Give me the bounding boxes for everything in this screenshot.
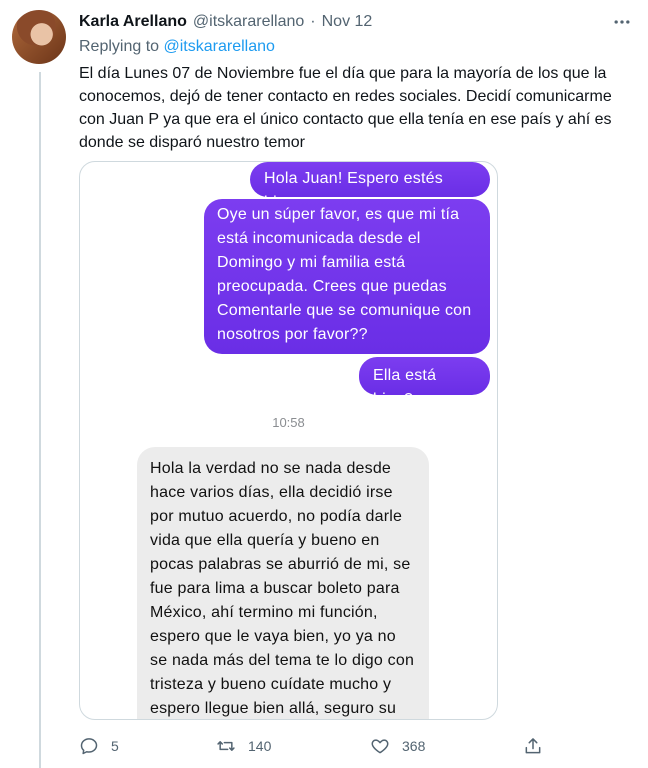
- reply-count: 5: [111, 738, 119, 754]
- thread-line: [39, 72, 41, 768]
- share-icon: [525, 738, 541, 754]
- like-count: 368: [402, 738, 426, 754]
- author-handle[interactable]: @itskararellano: [193, 13, 304, 31]
- chat-timestamp: 10:58: [272, 415, 305, 430]
- reply-button[interactable]: 5: [79, 732, 119, 760]
- retweet-count: 140: [248, 738, 272, 754]
- chat-message-outgoing: Hola Juan! Espero estés bien: [250, 162, 490, 211]
- reply-icon: [80, 738, 98, 755]
- chat-message-outgoing: Oye un súper favor, es que mi tía está i…: [204, 199, 490, 354]
- avatar[interactable]: [12, 10, 66, 64]
- replying-mention-link[interactable]: @itskararellano: [164, 38, 275, 55]
- chat-message-outgoing: Ella está bien?: [359, 357, 490, 408]
- tweet-text: El día Lunes 07 de Noviembre fue el día …: [79, 65, 612, 151]
- chat-screenshot[interactable]: Hola Juan! Espero estés bien Oye un súpe…: [79, 161, 498, 720]
- tweet-actions: 5 140 368: [79, 732, 549, 760]
- heart-icon: [371, 739, 389, 754]
- retweet-icon: [217, 741, 235, 751]
- retweet-button[interactable]: 140: [216, 732, 271, 760]
- chat-message-incoming: Hola la verdad no se nada desde hace var…: [137, 447, 429, 719]
- replying-to: Replying to @itskararellano: [79, 38, 275, 56]
- replying-prefix: Replying to: [79, 38, 160, 55]
- tweet-header: Karla Arellano @itskararellano · Nov 12: [79, 12, 372, 32]
- tweet-date[interactable]: Nov 12: [322, 13, 373, 31]
- share-button[interactable]: [523, 732, 543, 760]
- author-name[interactable]: Karla Arellano: [79, 13, 187, 31]
- more-horizontal-icon[interactable]: [608, 10, 636, 34]
- like-button[interactable]: 368: [370, 732, 425, 760]
- separator-dot: ·: [310, 13, 316, 30]
